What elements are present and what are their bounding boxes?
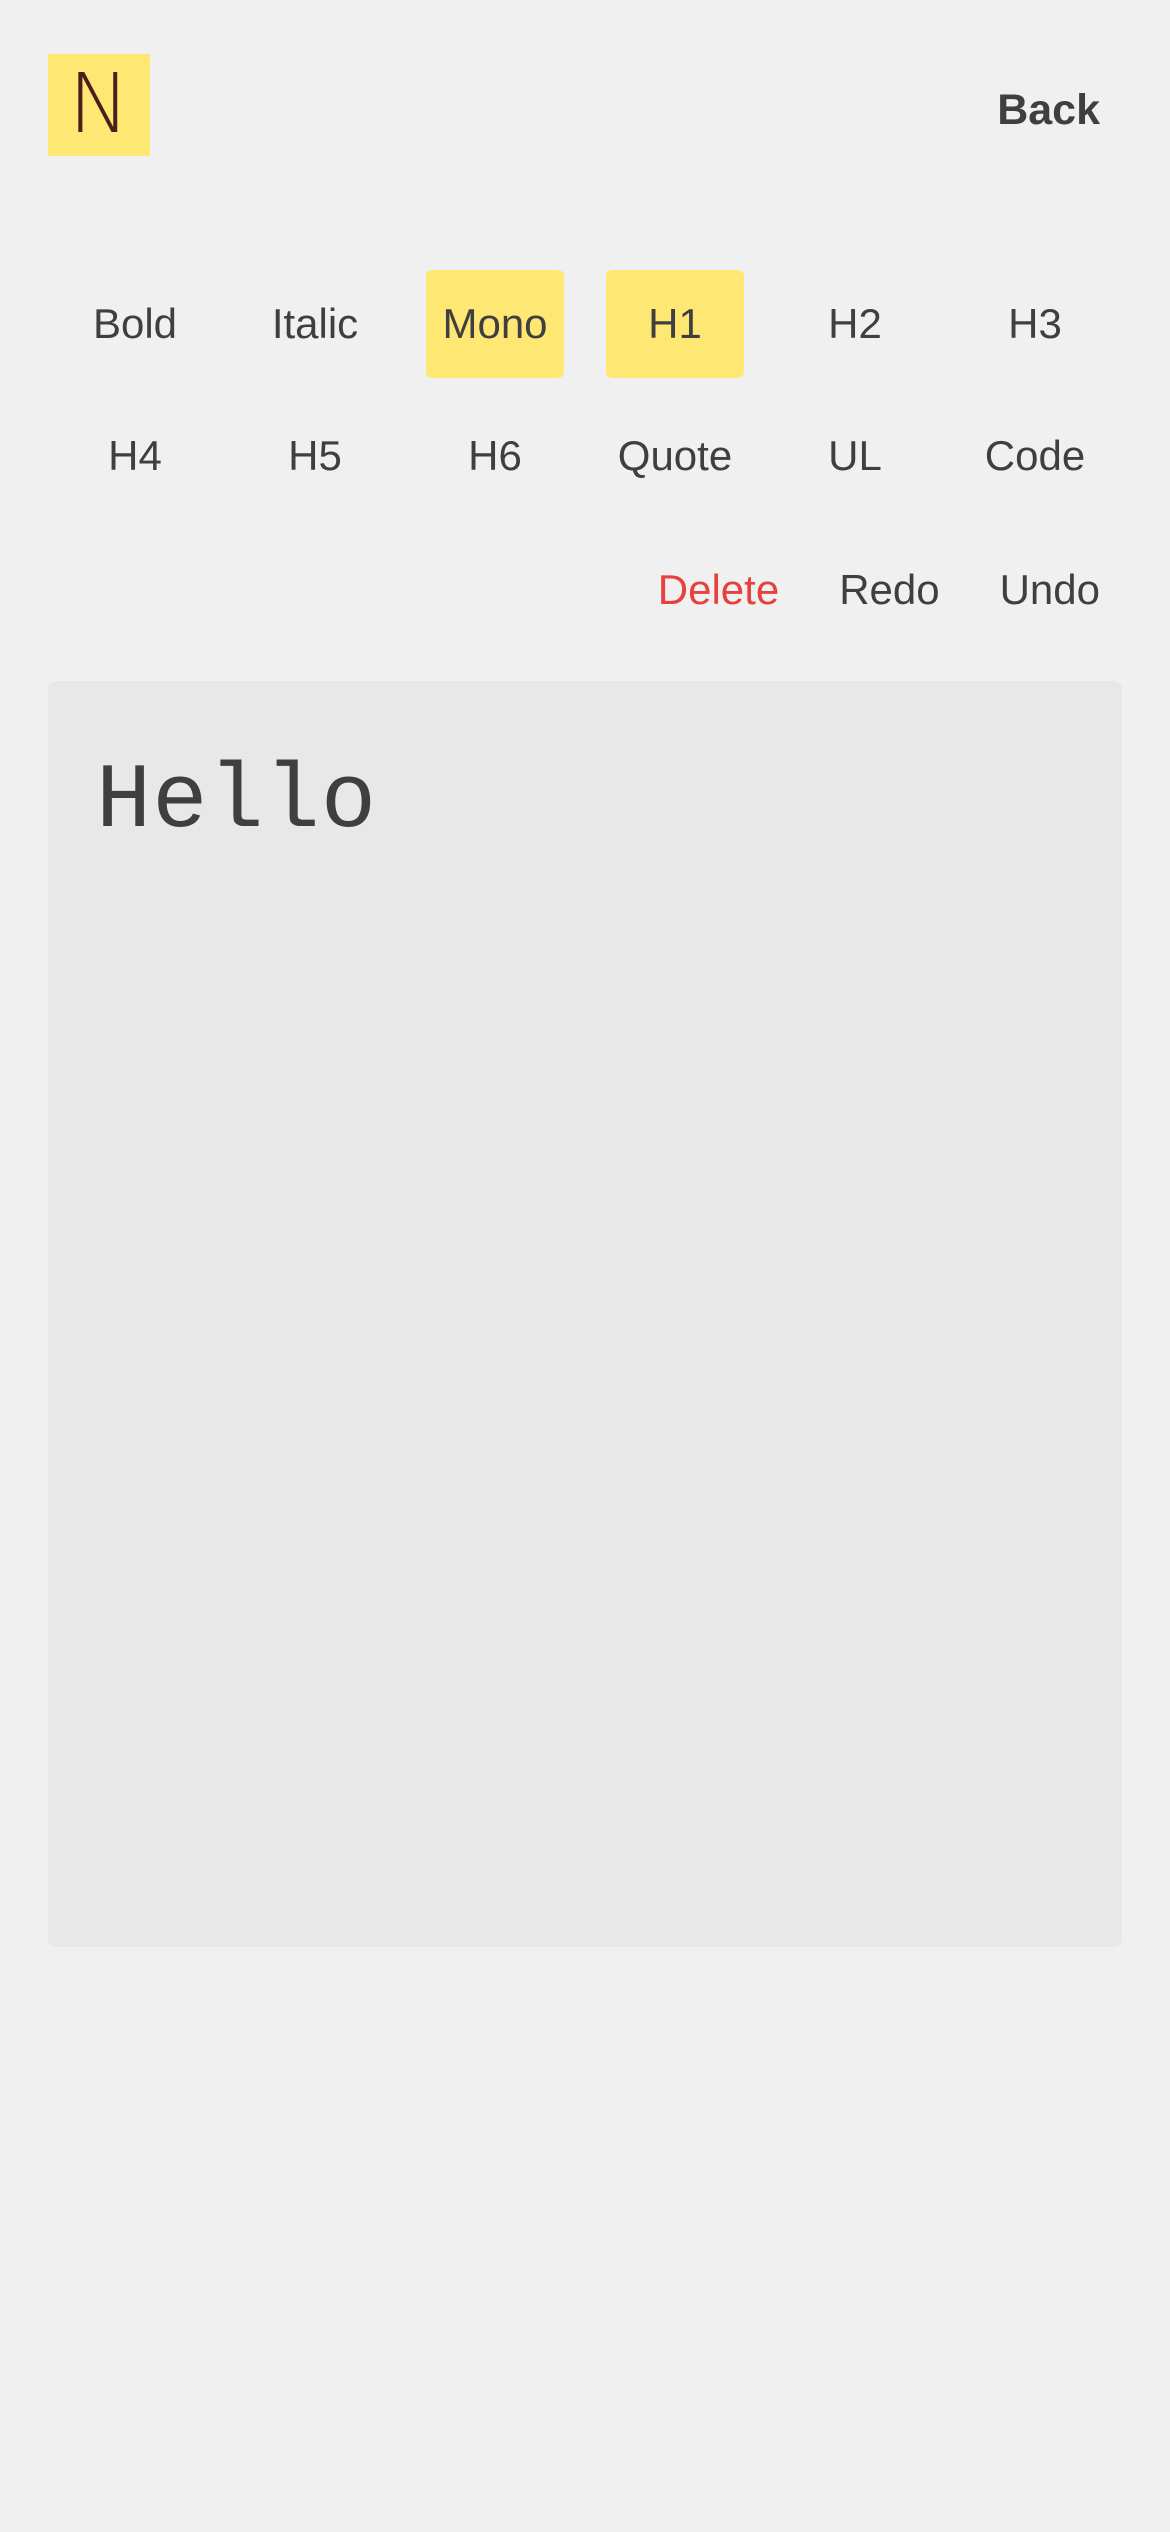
h1-button[interactable]: H1 [585, 270, 765, 378]
h1-label: H1 [606, 270, 744, 378]
app-logo[interactable]: N [48, 54, 150, 156]
bold-button[interactable]: Bold [45, 270, 225, 378]
h4-button[interactable]: H4 [45, 402, 225, 510]
ul-label: UL [828, 432, 882, 479]
editor-heading[interactable]: Hello [96, 751, 1074, 852]
ul-button[interactable]: UL [765, 402, 945, 510]
h3-button[interactable]: H3 [945, 270, 1125, 378]
code-button[interactable]: Code [945, 402, 1125, 510]
h2-label: H2 [828, 300, 882, 347]
h3-label: H3 [1008, 300, 1062, 347]
undo-button[interactable]: Undo [970, 566, 1110, 614]
logo-letter: N [68, 57, 130, 152]
h6-label: H6 [468, 432, 522, 479]
h6-button[interactable]: H6 [405, 402, 585, 510]
code-label: Code [984, 432, 1086, 479]
h5-label: H5 [288, 432, 342, 479]
redo-button[interactable]: Redo [809, 566, 969, 614]
action-row: Delete Redo Undo [628, 540, 1110, 640]
mono-label: Mono [426, 270, 564, 378]
delete-button[interactable]: Delete [628, 566, 809, 614]
format-toolbar: Bold Italic Mono H1 H2 H3 H4 H5 H6 Quote [45, 270, 1125, 534]
h4-label: H4 [108, 432, 162, 479]
note-editor[interactable]: Hello [48, 681, 1122, 1947]
italic-label: Italic [271, 300, 359, 347]
h2-button[interactable]: H2 [765, 270, 945, 378]
italic-button[interactable]: Italic [225, 270, 405, 378]
app-header: N Back [0, 0, 1170, 170]
mono-button[interactable]: Mono [405, 270, 585, 378]
h5-button[interactable]: H5 [225, 402, 405, 510]
toolbar-row-1: Bold Italic Mono H1 H2 H3 [45, 270, 1125, 382]
quote-button[interactable]: Quote [585, 402, 765, 510]
quote-label: Quote [617, 432, 733, 479]
bold-label: Bold [92, 300, 178, 347]
toolbar-row-2: H4 H5 H6 Quote UL Code [45, 402, 1125, 514]
back-button[interactable]: Back [997, 86, 1100, 135]
